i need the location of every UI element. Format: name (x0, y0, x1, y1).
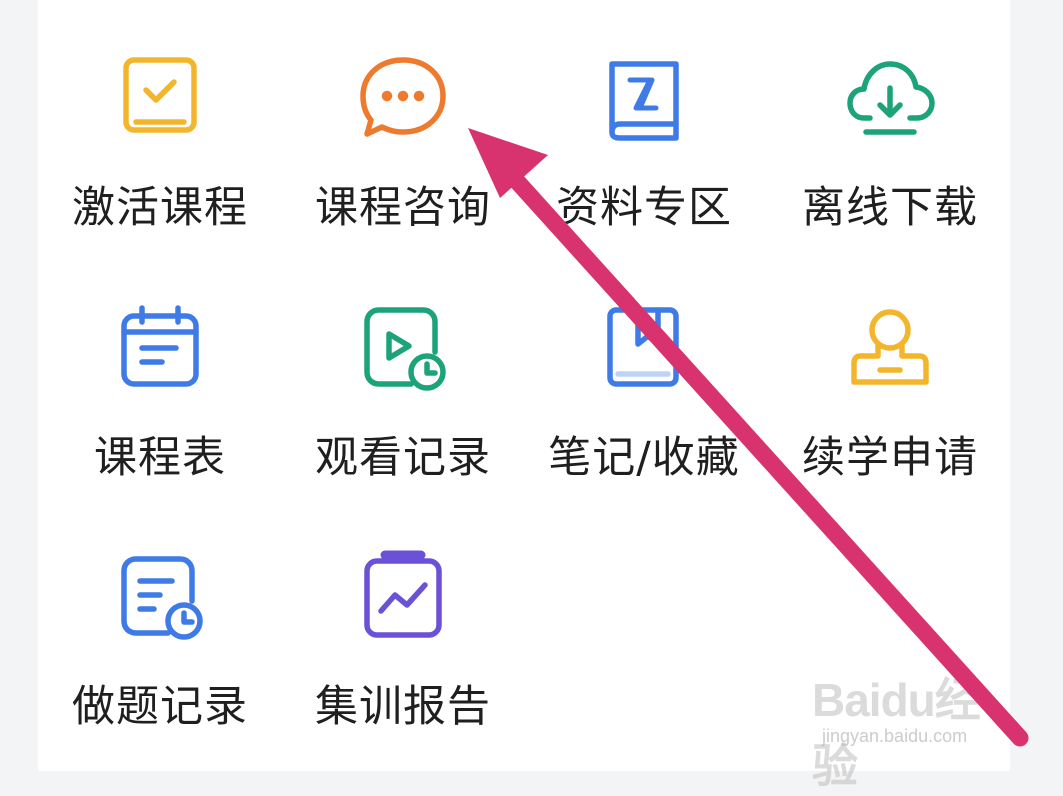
menu-item-activate-course[interactable]: 激活课程 (40, 6, 280, 246)
notebook-icon (596, 300, 692, 396)
menu-item-exercise-history[interactable]: 做题记录 (40, 505, 280, 745)
watermark-url: jingyan.baidu.com (822, 726, 968, 746)
user-stamp-icon (842, 300, 938, 396)
menu-item-label: 续学申请 (802, 433, 978, 483)
calendar-icon (112, 300, 208, 396)
book-icon (596, 50, 692, 146)
video-history-icon (355, 300, 451, 396)
activate-course-icon (112, 50, 208, 146)
cloud-download-icon (842, 50, 938, 146)
report-chart-icon (355, 549, 451, 645)
menu-item-label: 观看记录 (315, 433, 491, 483)
menu-item-label: 资料专区 (556, 183, 732, 233)
menu-item-label: 激活课程 (72, 183, 248, 233)
menu-item-schedule[interactable]: 课程表 (40, 256, 280, 496)
menu-item-course-consult[interactable]: 课程咨询 (283, 6, 523, 246)
menu-item-watch-history[interactable]: 观看记录 (283, 256, 523, 496)
menu-item-materials[interactable]: 资料专区 (524, 6, 764, 246)
menu-item-training-report[interactable]: 集训报告 (283, 505, 523, 745)
baidu-watermark: Baidu经验 jingyan.baidu.com (812, 656, 1012, 792)
menu-item-offline-download[interactable]: 离线下载 (770, 6, 1010, 246)
menu-item-label: 课程咨询 (315, 183, 491, 233)
exercise-history-icon (112, 549, 208, 645)
menu-item-label: 集训报告 (315, 682, 491, 732)
menu-item-notes-favorites[interactable]: 笔记/收藏 (524, 256, 764, 496)
chat-bubble-icon (355, 50, 451, 146)
menu-item-label: 笔记/收藏 (548, 433, 740, 483)
menu-item-label: 做题记录 (72, 682, 248, 732)
menu-item-renewal-apply[interactable]: 续学申请 (770, 256, 1010, 496)
menu-item-label: 离线下载 (802, 183, 978, 233)
menu-item-label: 课程表 (94, 433, 226, 483)
